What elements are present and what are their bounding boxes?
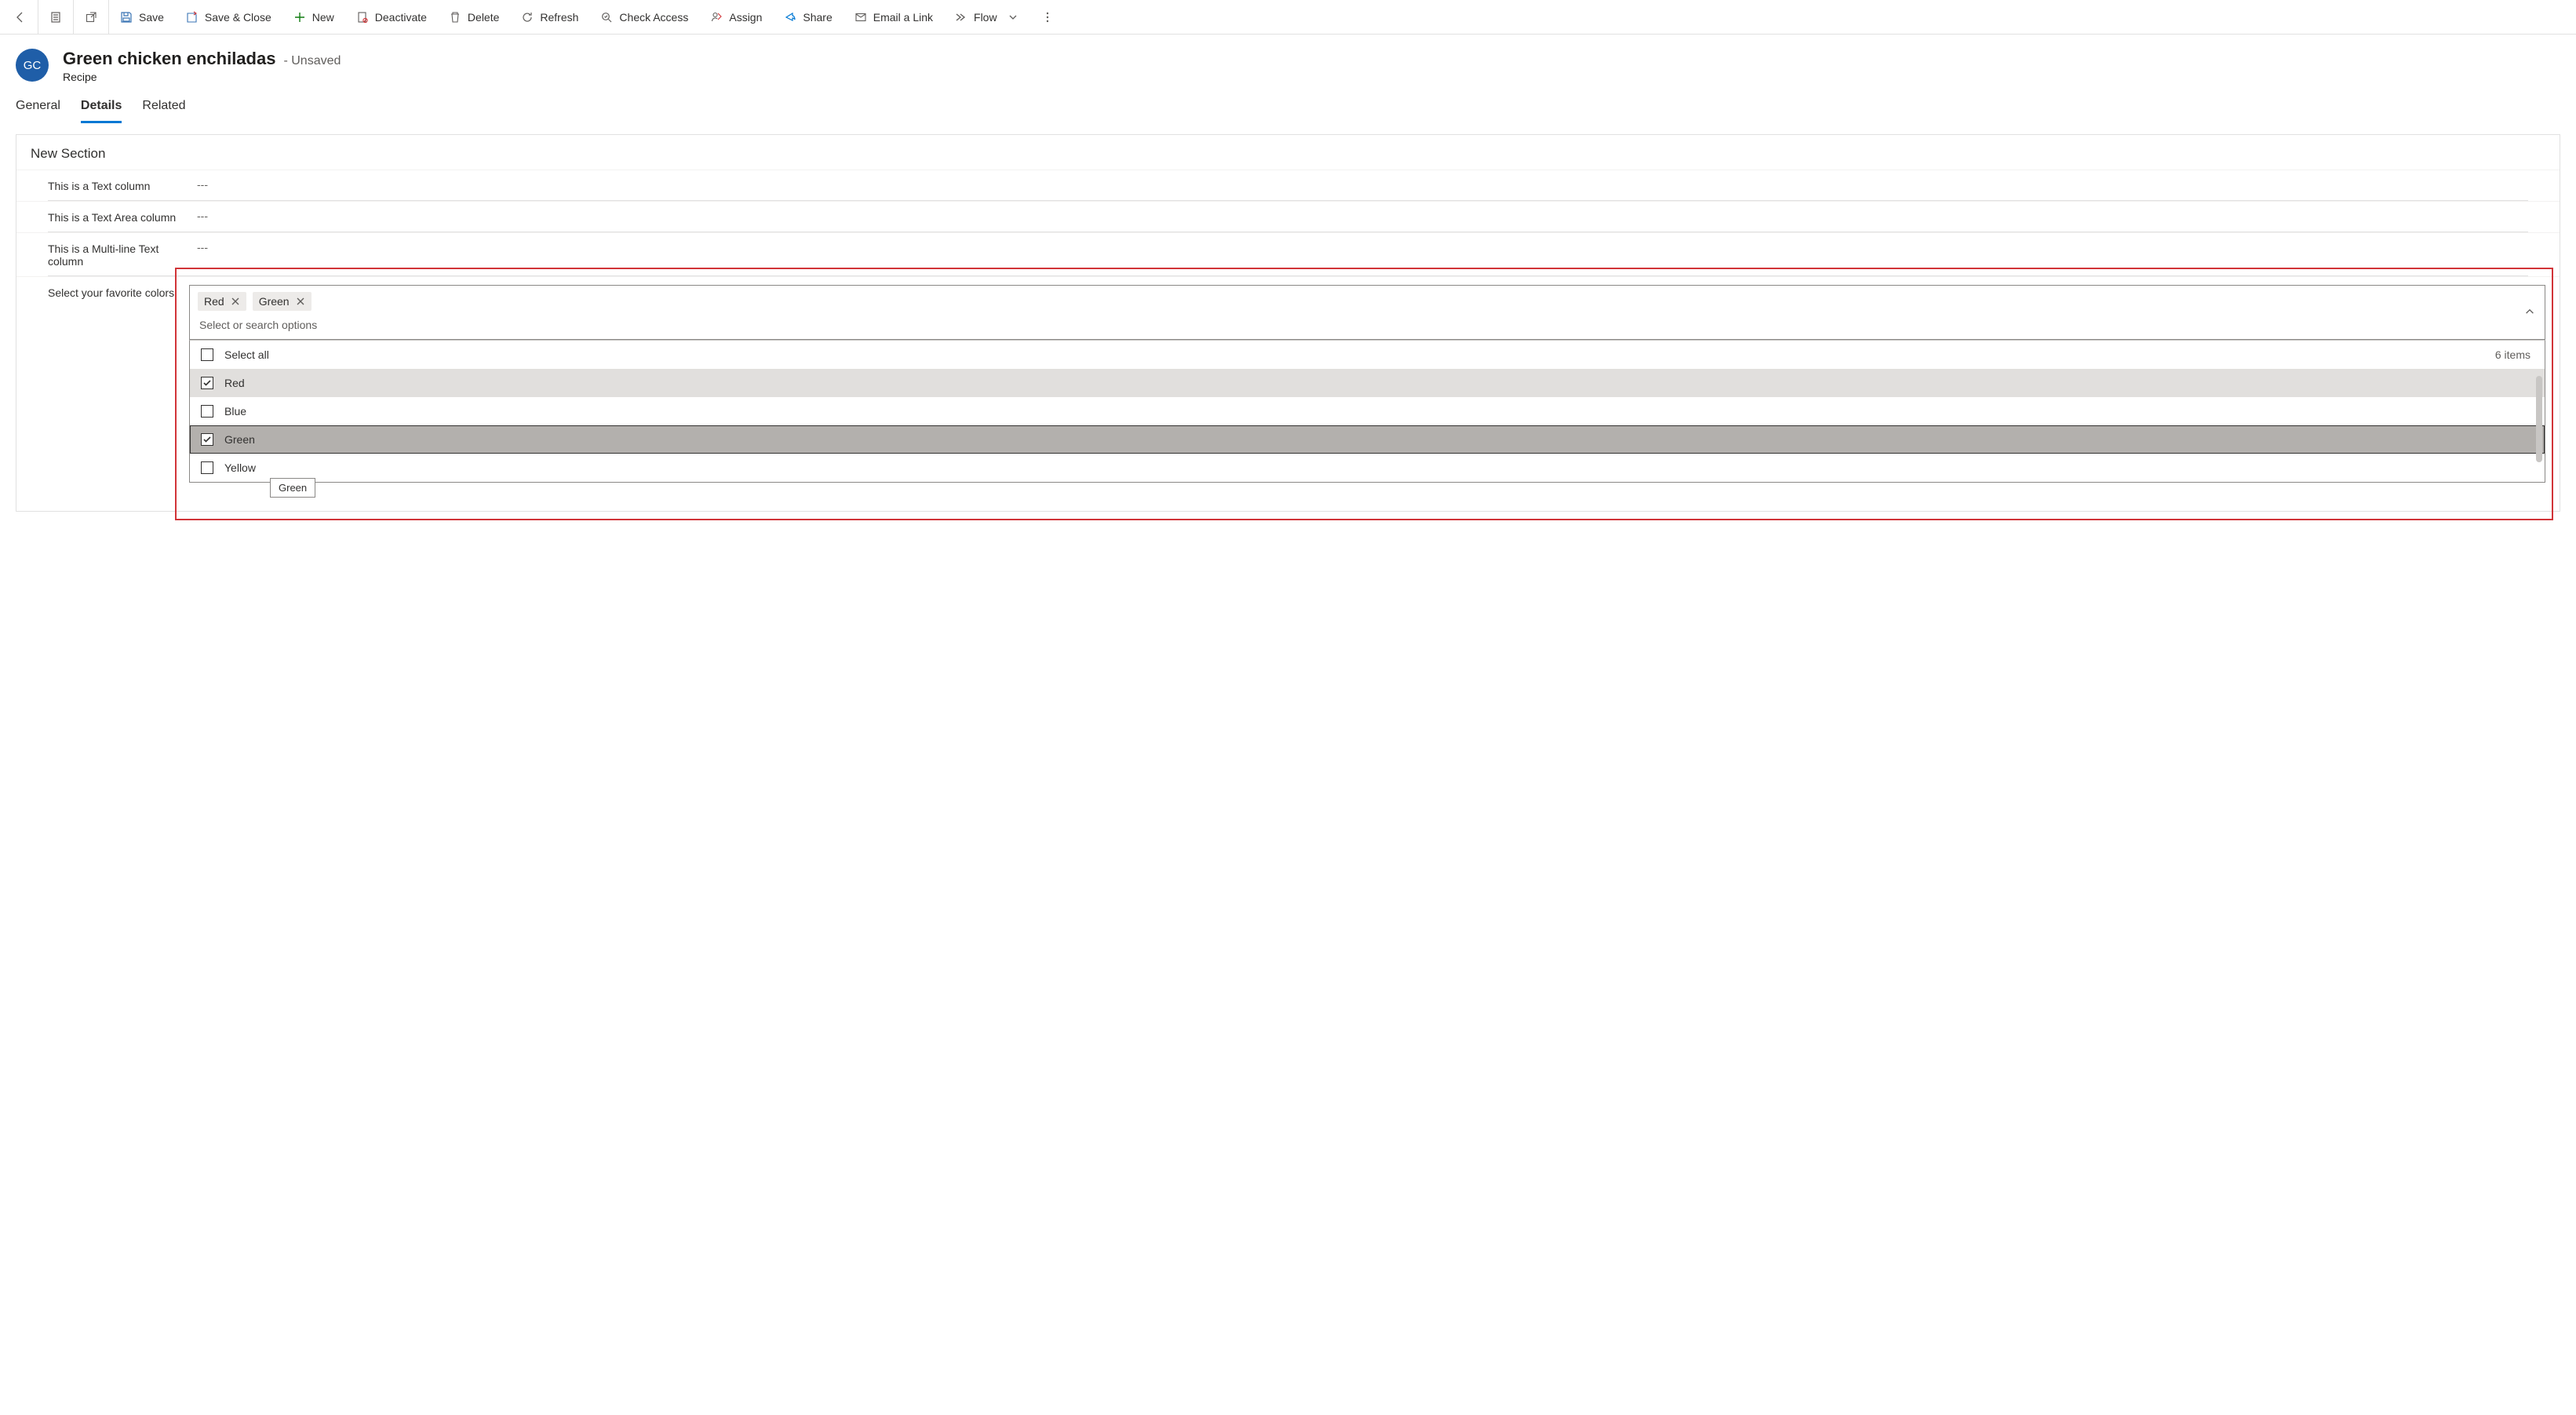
form-tabs: General Details Related [0, 89, 2576, 123]
multiselect-option[interactable]: Red [190, 369, 2545, 397]
refresh-label: Refresh [540, 11, 578, 24]
command-bar: Save Save & Close New Deactivate Delete … [0, 0, 2576, 35]
field-colors-label: Select your favorite colors [48, 285, 197, 299]
save-close-icon [186, 11, 199, 24]
field-text-value[interactable]: --- [197, 178, 2545, 191]
refresh-button[interactable]: Refresh [510, 0, 589, 34]
multiselect-tag: Green [253, 292, 312, 311]
select-all-option[interactable]: Select all [201, 348, 269, 361]
new-button[interactable]: New [282, 0, 345, 34]
record-title: Green chicken enchiladas [63, 49, 275, 69]
field-textarea-label: This is a Text Area column [48, 210, 197, 224]
multiselect-dropdown: Select all 6 items RedBlueGreenYellow Gr… [189, 340, 2545, 483]
tab-related[interactable]: Related [142, 93, 185, 123]
multiselect-option-label: Green [224, 433, 255, 446]
more-vertical-icon [1041, 11, 1054, 24]
field-text: This is a Text column --- [16, 170, 2560, 200]
multiselect-tag: Red [198, 292, 246, 311]
field-multiline-value[interactable]: --- [197, 241, 2545, 253]
check-access-icon [600, 11, 613, 24]
more-commands-button[interactable] [1030, 0, 1065, 34]
form-icon [49, 11, 62, 24]
record-header: GC Green chicken enchiladas - Unsaved Re… [0, 35, 2576, 89]
deactivate-button[interactable]: Deactivate [345, 0, 438, 34]
popout-button[interactable] [74, 0, 108, 34]
check-access-button[interactable]: Check Access [589, 0, 699, 34]
deactivate-label: Deactivate [375, 11, 427, 24]
close-icon[interactable] [231, 297, 240, 306]
checkbox-icon [201, 461, 213, 474]
email-link-label: Email a Link [873, 11, 933, 24]
flow-icon [955, 11, 967, 24]
new-label: New [312, 11, 334, 24]
save-close-label: Save & Close [205, 11, 271, 24]
save-label: Save [139, 11, 164, 24]
tab-details[interactable]: Details [81, 93, 122, 123]
delete-label: Delete [468, 11, 499, 24]
multiselect-option[interactable]: Blue [190, 397, 2545, 425]
popout-icon [85, 11, 97, 24]
multiselect-option[interactable]: Green [190, 425, 2545, 454]
field-colors: Select your favorite colors Red Green Sel… [16, 276, 2560, 511]
share-icon [784, 11, 796, 24]
avatar: GC [16, 49, 49, 82]
field-textarea: This is a Text Area column --- [16, 201, 2560, 232]
delete-button[interactable]: Delete [438, 0, 510, 34]
multiselect-option-label: Yellow [224, 461, 256, 474]
checkbox-icon [201, 405, 213, 418]
flow-label: Flow [974, 11, 997, 24]
option-tooltip: Green [270, 478, 315, 498]
field-textarea-value[interactable]: --- [197, 210, 2545, 222]
share-label: Share [803, 11, 832, 24]
scrollbar[interactable] [2536, 376, 2542, 462]
refresh-icon [521, 11, 534, 24]
deactivate-icon [356, 11, 369, 24]
checkbox-checked-icon [201, 433, 213, 446]
check-access-label: Check Access [619, 11, 688, 24]
tab-general[interactable]: General [16, 93, 60, 123]
assign-icon [710, 11, 723, 24]
multiselect-tag-label: Red [204, 295, 224, 308]
record-entity: Recipe [63, 71, 341, 83]
form-selector-button[interactable] [38, 0, 73, 34]
plus-icon [293, 11, 306, 24]
select-all-label: Select all [224, 348, 269, 361]
back-button[interactable] [3, 0, 38, 34]
checkbox-checked-icon [201, 377, 213, 389]
multiselect-input[interactable]: Red Green Select or search options [189, 285, 2545, 340]
save-icon [120, 11, 133, 24]
multiselect-option-label: Red [224, 377, 245, 389]
field-multiline: This is a Multi-line Text column --- [16, 232, 2560, 275]
multiselect-tag-label: Green [259, 295, 290, 308]
delete-icon [449, 11, 461, 24]
multiselect-option[interactable]: Yellow [190, 454, 2545, 482]
save-close-button[interactable]: Save & Close [175, 0, 282, 34]
multiselect-placeholder: Select or search options [196, 314, 2513, 334]
email-icon [854, 11, 867, 24]
record-status: - Unsaved [283, 54, 341, 68]
chevron-up-icon[interactable] [2524, 306, 2535, 319]
section-title: New Section [16, 135, 2560, 170]
items-count: 6 items [2495, 348, 2530, 361]
close-icon[interactable] [296, 297, 305, 306]
save-button[interactable]: Save [109, 0, 175, 34]
field-text-label: This is a Text column [48, 178, 197, 192]
chevron-down-icon [1007, 11, 1019, 24]
multiselect-option-label: Blue [224, 405, 246, 418]
flow-button[interactable]: Flow [944, 0, 1030, 34]
email-link-button[interactable]: Email a Link [843, 0, 944, 34]
back-arrow-icon [14, 11, 27, 24]
field-multiline-label: This is a Multi-line Text column [48, 241, 197, 268]
checkbox-icon [201, 348, 213, 361]
share-button[interactable]: Share [773, 0, 843, 34]
assign-button[interactable]: Assign [699, 0, 773, 34]
assign-label: Assign [729, 11, 762, 24]
form-section-card: New Section This is a Text column --- Th… [16, 134, 2560, 512]
